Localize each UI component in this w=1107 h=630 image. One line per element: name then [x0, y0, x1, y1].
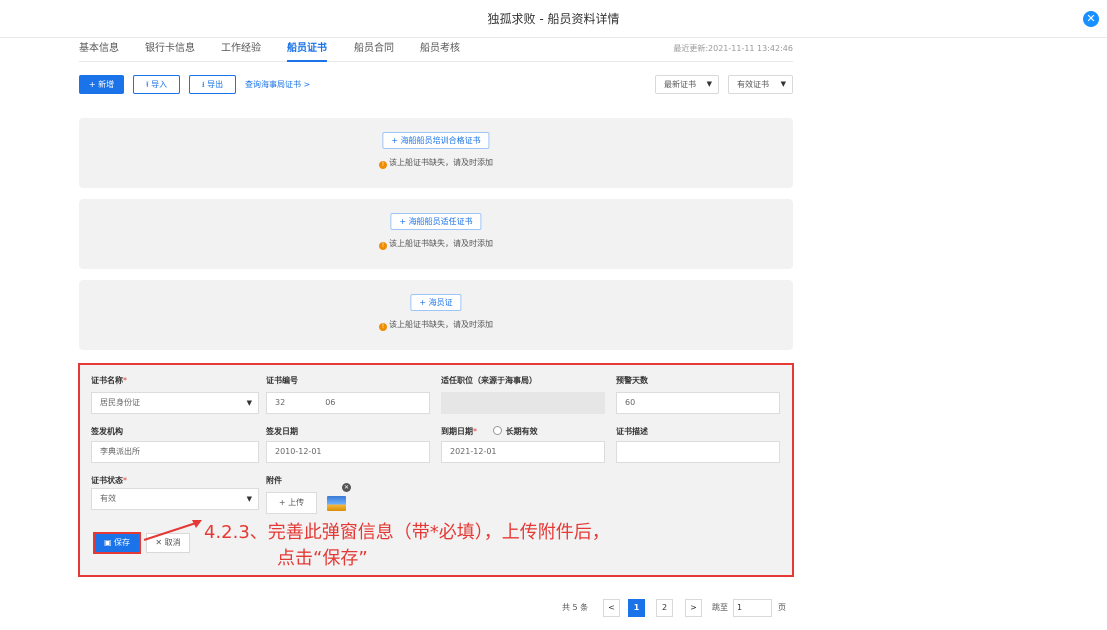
- tab-bank-card[interactable]: 银行卡信息: [145, 38, 195, 62]
- annotation-arrow: [143, 520, 202, 541]
- close-icon[interactable]: ✕: [1083, 11, 1099, 27]
- page-title: 独孤求败 - 船员资料详情: [0, 0, 1107, 38]
- expiry-date-label-text: 到期日期: [441, 427, 473, 436]
- cert-name-label-text: 证书名称: [91, 376, 123, 385]
- cert-name-value: 居民身份证: [100, 398, 140, 407]
- expiry-date-label: 到期日期* 长期有效: [441, 426, 538, 437]
- cert-number-end: 06: [325, 398, 336, 407]
- long-term-radio[interactable]: [492, 426, 502, 435]
- page-1-button[interactable]: 1: [628, 599, 645, 617]
- warning-text: 该上船证书缺失，请及时添加: [389, 158, 493, 167]
- query-maritime-link[interactable]: 查询海事局证书 >: [245, 75, 310, 94]
- missing-cert-warning: ! 该上船证书缺失，请及时添加: [79, 157, 793, 169]
- expiry-date-input[interactable]: 2021-12-01: [441, 441, 605, 463]
- tab-basic-info[interactable]: 基本信息: [79, 38, 119, 62]
- export-button[interactable]: ⭳ 导出: [189, 75, 236, 94]
- attachment-label: 附件: [266, 476, 282, 485]
- missing-cert-warning: ! 该上船证书缺失，请及时添加: [79, 238, 793, 250]
- tab-crew-assessment[interactable]: 船员考核: [420, 38, 460, 62]
- cert-edit-form: 证书名称* 居民身份证 ▼ 证书编号 32 06 适任职位（来源于海事局） 预警天…: [78, 363, 794, 577]
- warning-days-input[interactable]: 60: [616, 392, 780, 414]
- tab-bar: 基本信息 银行卡信息 工作经验 船员证书 船员合同 船员考核 最近更新:2021…: [79, 38, 793, 62]
- status-select[interactable]: 有效 ▼: [91, 488, 259, 510]
- goto-label: 跳至: [712, 603, 728, 612]
- cert-box-training: + 海船船员培训合格证书 ! 该上船证书缺失，请及时添加: [79, 118, 793, 188]
- sort-select[interactable]: 最新证书 ▼: [655, 75, 719, 94]
- warning-icon: !: [379, 242, 387, 250]
- chevron-down-icon: ▼: [706, 80, 712, 88]
- status-value: 有效: [100, 494, 116, 503]
- status-label-text: 证书状态: [91, 476, 123, 485]
- page-title-text: 独孤求败 - 船员资料详情: [487, 12, 620, 26]
- issue-date-label: 签发日期: [266, 427, 298, 436]
- required-mark: *: [123, 376, 127, 385]
- pagination-total: 共 5 条: [562, 603, 589, 612]
- cert-box-competency: + 海船船员适任证书 ! 该上船证书缺失，请及时添加: [79, 199, 793, 269]
- position-label: 适任职位（来源于海事局）: [441, 376, 537, 385]
- issuer-input[interactable]: 李典派出所: [91, 441, 259, 463]
- cert-number-start: 32: [275, 398, 286, 407]
- prev-page-button[interactable]: <: [603, 599, 620, 617]
- position-field: [441, 392, 605, 414]
- add-training-cert-button[interactable]: + 海船船员培训合格证书: [382, 132, 490, 149]
- required-mark: *: [123, 476, 127, 485]
- cert-box-seaman: + 海员证 ! 该上船证书缺失，请及时添加: [79, 280, 793, 350]
- upload-button[interactable]: + 上传: [266, 492, 317, 514]
- filter-select[interactable]: 有效证书 ▼: [728, 75, 793, 94]
- add-seaman-cert-button[interactable]: + 海员证: [410, 294, 462, 311]
- save-label: 保存: [114, 538, 131, 547]
- sort-select-value: 最新证书: [664, 80, 696, 89]
- issuer-label: 签发机构: [91, 427, 123, 436]
- page-2-button[interactable]: 2: [656, 599, 673, 617]
- warning-days-label: 预警天数: [616, 376, 648, 385]
- export-label: 导出: [207, 80, 224, 89]
- annotation-line-1: 4.2.3、完善此弹窗信息（带*必填），上传附件后，: [204, 522, 610, 543]
- cert-number-input[interactable]: 32 06: [266, 392, 430, 414]
- remove-attachment-icon[interactable]: ✕: [342, 483, 351, 492]
- upload-icon: ⭱: [145, 80, 149, 89]
- chevron-down-icon: ▼: [246, 399, 252, 407]
- page-unit-label: 页: [778, 603, 786, 612]
- add-button[interactable]: + 新增: [79, 75, 124, 94]
- save-button[interactable]: ▣ 保存: [93, 532, 141, 554]
- attachment-thumbnail[interactable]: [327, 496, 346, 511]
- cert-name-select[interactable]: 居民身份证 ▼: [91, 392, 259, 414]
- missing-cert-warning: ! 该上船证书缺失，请及时添加: [79, 319, 793, 331]
- add-competency-cert-button[interactable]: + 海船船员适任证书: [390, 213, 482, 230]
- import-label: 导入: [151, 80, 168, 89]
- next-page-button[interactable]: >: [685, 599, 702, 617]
- tab-crew-certificates[interactable]: 船员证书: [287, 38, 327, 62]
- status-label: 证书状态*: [91, 475, 127, 486]
- cert-name-label: 证书名称*: [91, 375, 127, 386]
- tab-crew-contracts[interactable]: 船员合同: [354, 38, 394, 62]
- import-button[interactable]: ⭱ 导入: [133, 75, 180, 94]
- required-mark: *: [473, 427, 477, 436]
- goto-page-input[interactable]: 1: [733, 599, 772, 617]
- issue-date-input[interactable]: 2010-12-01: [266, 441, 430, 463]
- annotation-line-2: 点击“保存”: [277, 548, 368, 569]
- description-textarea[interactable]: [616, 441, 780, 463]
- chevron-down-icon: ▼: [780, 80, 786, 88]
- warning-text: 该上船证书缺失，请及时添加: [389, 239, 493, 248]
- warning-text: 该上船证书缺失，请及时添加: [389, 320, 493, 329]
- filter-select-value: 有效证书: [737, 80, 769, 89]
- last-updated: 最近更新:2021-11-11 13:42:46: [673, 44, 793, 53]
- cert-number-label: 证书编号: [266, 376, 298, 385]
- save-icon: ▣: [103, 538, 112, 547]
- long-term-label: 长期有效: [505, 427, 538, 436]
- tab-work-experience[interactable]: 工作经验: [221, 38, 261, 62]
- chevron-down-icon: ▼: [246, 495, 252, 503]
- download-icon: ⭳: [201, 80, 205, 89]
- warning-icon: !: [379, 161, 387, 169]
- warning-icon: !: [379, 323, 387, 331]
- description-label: 证书描述: [616, 427, 648, 436]
